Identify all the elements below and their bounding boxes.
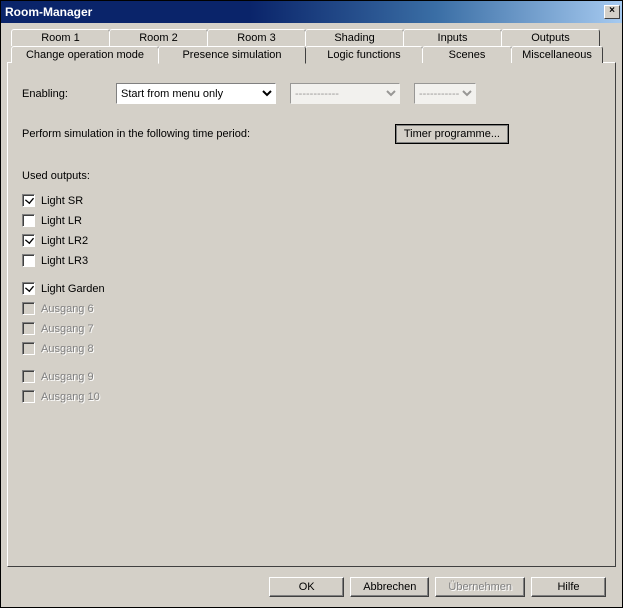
titlebar: Room-Manager ×	[1, 1, 622, 23]
output-checkbox[interactable]	[22, 214, 35, 227]
output-label: Ausgang 7	[41, 323, 94, 335]
output-row: Ausgang 10	[22, 390, 601, 403]
output-checkbox	[22, 302, 35, 315]
cancel-button[interactable]: Abbrechen	[350, 577, 429, 597]
tab-panel: Enabling: Start from menu only ---------…	[7, 62, 616, 567]
tab-inputs[interactable]: Inputs	[403, 29, 502, 46]
tab-logic-functions[interactable]: Logic functions	[305, 46, 423, 63]
outputs-list: Light SR Light LR Light LR2 Light LR3 Light …	[22, 194, 601, 403]
tab-outputs[interactable]: Outputs	[501, 29, 600, 46]
output-row: Light LR3	[22, 254, 601, 267]
output-row: Ausgang 9	[22, 370, 601, 383]
output-checkbox	[22, 322, 35, 335]
output-label: Ausgang 8	[41, 343, 94, 355]
apply-button[interactable]: Übernehmen	[435, 577, 525, 597]
content: Room 1 Room 2 Room 3 Shading Inputs Outp…	[1, 23, 622, 607]
output-checkbox[interactable]	[22, 282, 35, 295]
output-row: Light LR2	[22, 234, 601, 247]
output-checkbox[interactable]	[22, 254, 35, 267]
enabling-select-3[interactable]: ------------	[414, 83, 476, 104]
output-row: Light Garden	[22, 282, 601, 295]
time-period-row: Perform simulation in the following time…	[22, 124, 601, 144]
enabling-row: Enabling: Start from menu only ---------…	[22, 83, 601, 104]
output-row: Ausgang 7	[22, 322, 601, 335]
output-label: Light LR	[41, 215, 82, 227]
output-checkbox[interactable]	[22, 194, 35, 207]
enabling-label: Enabling:	[22, 88, 102, 100]
used-outputs-label: Used outputs:	[22, 170, 601, 182]
enabling-select-1[interactable]: Start from menu only	[116, 83, 276, 104]
output-label: Light LR3	[41, 255, 88, 267]
output-label: Light SR	[41, 195, 83, 207]
output-label: Ausgang 9	[41, 371, 94, 383]
output-checkbox	[22, 370, 35, 383]
output-row: Light LR	[22, 214, 601, 227]
output-row: Light SR	[22, 194, 601, 207]
tab-change-operation-mode[interactable]: Change operation mode	[11, 46, 159, 63]
enabling-select-2[interactable]: ------------	[290, 83, 400, 104]
output-label: Ausgang 10	[41, 391, 100, 403]
help-button[interactable]: Hilfe	[531, 577, 606, 597]
close-icon[interactable]: ×	[604, 5, 620, 19]
output-checkbox[interactable]	[22, 234, 35, 247]
tab-strip: Room 1 Room 2 Room 3 Shading Inputs Outp…	[7, 29, 616, 63]
tab-miscellaneous[interactable]: Miscellaneous	[511, 46, 603, 63]
output-label: Light LR2	[41, 235, 88, 247]
output-checkbox	[22, 390, 35, 403]
ok-button[interactable]: OK	[269, 577, 344, 597]
output-row: Ausgang 6	[22, 302, 601, 315]
tab-room-2[interactable]: Room 2	[109, 29, 208, 46]
dialog-buttons: OK Abbrechen Übernehmen Hilfe	[7, 567, 616, 607]
window: Room-Manager × Room 1 Room 2 Room 3 Shad…	[0, 0, 623, 608]
output-label: Light Garden	[41, 283, 105, 295]
output-row: Ausgang 8	[22, 342, 601, 355]
tab-presence-simulation[interactable]: Presence simulation	[158, 46, 306, 64]
time-period-label: Perform simulation in the following time…	[22, 128, 250, 140]
tab-scenes[interactable]: Scenes	[422, 46, 512, 63]
output-checkbox	[22, 342, 35, 355]
output-label: Ausgang 6	[41, 303, 94, 315]
tab-shading[interactable]: Shading	[305, 29, 404, 46]
tab-room-3[interactable]: Room 3	[207, 29, 306, 46]
timer-programme-button[interactable]: Timer programme...	[395, 124, 509, 144]
window-title: Room-Manager	[5, 5, 604, 19]
tab-room-1[interactable]: Room 1	[11, 29, 110, 46]
